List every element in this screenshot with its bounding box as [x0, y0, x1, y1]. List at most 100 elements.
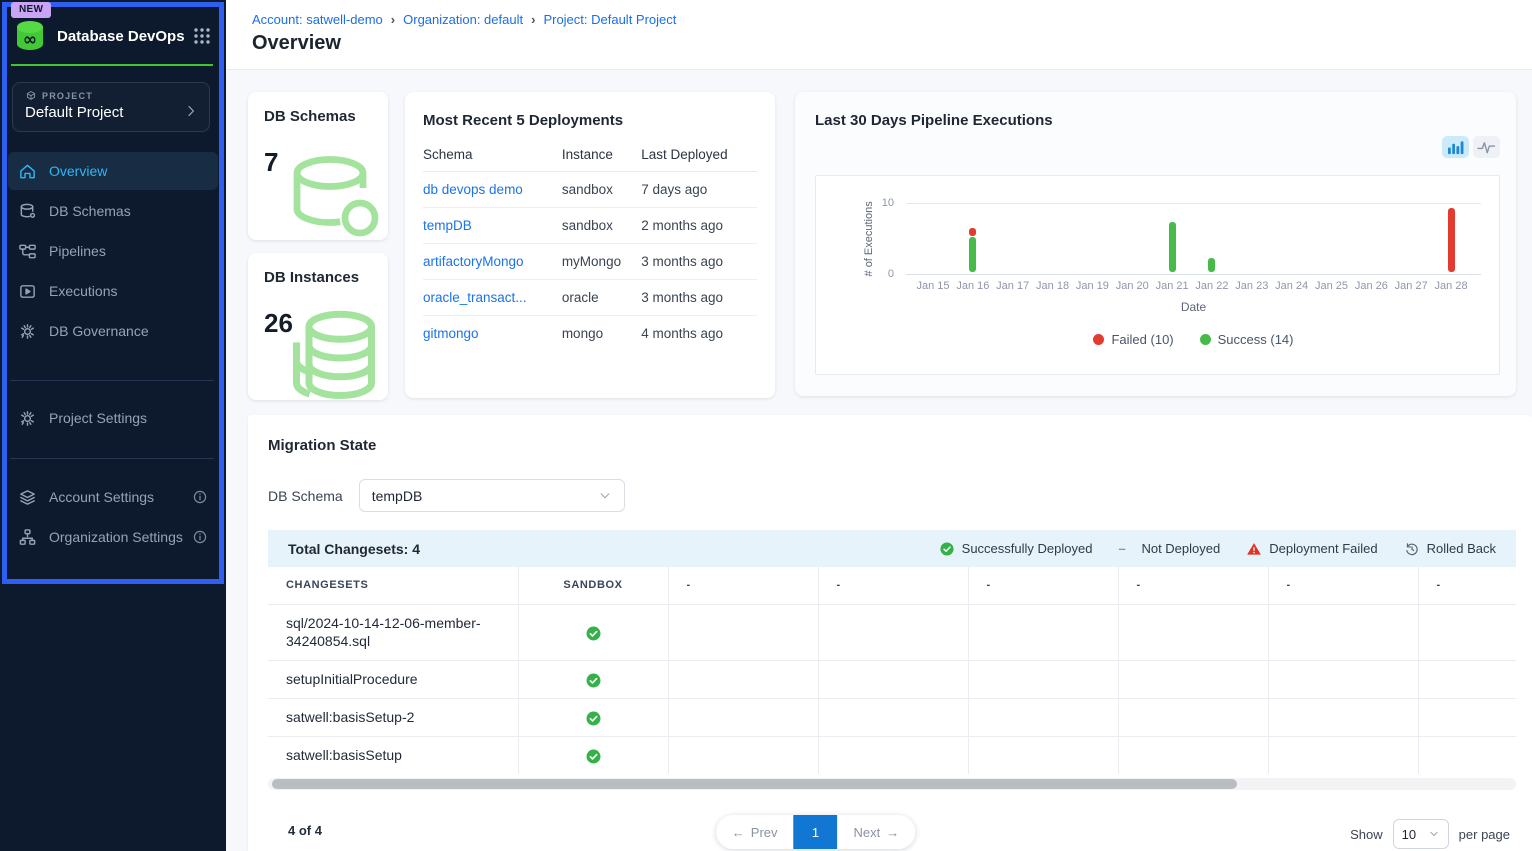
app-logo-database-icon: ∞ — [12, 18, 48, 54]
sidebar-item-organization-settings[interactable]: Organization Settings — [8, 518, 218, 556]
changeset-name-cell: sql/2024-10-14-12-06-member-34240854.sql — [268, 604, 518, 661]
schema-link[interactable]: artifactoryMongo — [423, 254, 524, 269]
last-deployed-cell: 2 months ago — [641, 208, 757, 244]
gridline — [906, 203, 1481, 204]
sidebar-menu-tertiary: Account SettingsOrganization Settings — [0, 476, 226, 558]
sidebar-menu-main: Overview DB SchemasPipelinesExecutionsDB … — [0, 150, 226, 352]
sandbox-column-header: SANDBOX — [518, 567, 668, 604]
empty-cell — [818, 699, 968, 737]
stat-title: DB Schemas — [264, 108, 372, 125]
chart-type-toggles — [1442, 136, 1500, 158]
migration-table-scroll: CHANGESETSSANDBOX------ sql/2024-10-14-1… — [268, 567, 1516, 774]
status-legend: Successfully Deployed–Not DeployedDeploy… — [939, 541, 1496, 557]
empty-cell — [818, 737, 968, 774]
success-bar-segment — [1169, 222, 1176, 272]
next-button[interactable]: Next → — [838, 815, 916, 849]
bar-chart-toggle-icon[interactable] — [1442, 136, 1469, 158]
sidebar-item-account-settings[interactable]: Account Settings — [8, 478, 218, 516]
sidebar: NEW ∞ Database DevOps PROJECT Default Pr… — [0, 0, 226, 851]
schema-label: DB Schema — [268, 488, 343, 504]
chart-legend-item: Failed (10) — [1093, 332, 1173, 347]
breadcrumb-link[interactable]: Account: satwell-demo — [252, 12, 383, 27]
empty-column-header: - — [968, 567, 1118, 604]
empty-cell — [668, 737, 818, 774]
empty-cell — [1418, 737, 1516, 774]
sandbox-status-cell — [518, 737, 668, 774]
deployments-column-header: Schema — [423, 137, 562, 172]
last-deployed-cell: 3 months ago — [641, 280, 757, 316]
last-deployed-cell: 7 days ago — [641, 172, 757, 208]
x-tick-label: Jan 23 — [1235, 280, 1268, 292]
db-stack-icon — [276, 308, 388, 400]
sidebar-divider — [10, 458, 214, 459]
last-deployed-cell: 4 months ago — [641, 316, 757, 352]
project-selector[interactable]: PROJECT Default Project — [12, 82, 210, 132]
empty-cell — [818, 661, 968, 699]
schema-link[interactable]: db devops demo — [423, 182, 523, 197]
sidebar-item-label: Overview — [49, 163, 107, 179]
main-content: DB Schemas 7 DB Instances 26 Most Recent… — [226, 70, 1532, 851]
check-circle-icon — [585, 710, 602, 727]
app-switcher-grid-icon[interactable] — [192, 26, 212, 46]
page-1-button[interactable]: 1 — [794, 815, 838, 849]
sandbox-status-cell — [518, 661, 668, 699]
page-size-value: 10 — [1402, 827, 1424, 842]
breadcrumb-link[interactable]: Organization: default — [403, 12, 523, 27]
pagination-row: 4 of 4 ← Prev 1 Next → Show 10 — [248, 813, 1532, 851]
empty-column-header: - — [668, 567, 818, 604]
breadcrumb-link[interactable]: Project: Default Project — [543, 12, 676, 27]
page-size-select[interactable]: 10 — [1393, 819, 1449, 849]
status-legend-label: Rolled Back — [1427, 541, 1496, 556]
status-legend-label: Deployment Failed — [1269, 541, 1377, 556]
instance-cell: myMongo — [562, 244, 641, 280]
empty-column-header: - — [1268, 567, 1418, 604]
deployments-column-header: Last Deployed — [641, 137, 757, 172]
schema-link[interactable]: gitmongo — [423, 326, 479, 341]
empty-cell — [1268, 737, 1418, 774]
dash-icon: – — [1118, 541, 1134, 557]
legend-label: Success (14) — [1218, 332, 1294, 347]
chart-plot-area: 10 0 # of Executions Date Jan 15Jan 16Ja… — [815, 175, 1500, 375]
schema-link[interactable]: tempDB — [423, 218, 472, 233]
sidebar-item-db-schemas[interactable]: DB Schemas — [8, 192, 218, 230]
prev-button[interactable]: ← Prev — [716, 815, 794, 849]
db-schema-select[interactable]: tempDB — [359, 479, 625, 512]
horizontal-scrollbar[interactable] — [268, 778, 1516, 790]
empty-cell — [1118, 661, 1268, 699]
sandbox-status-cell — [518, 604, 668, 661]
empty-cell — [968, 661, 1118, 699]
x-tick-label: Jan 27 — [1395, 280, 1428, 292]
project-label: PROJECT — [42, 91, 93, 101]
status-legend-item: Rolled Back — [1404, 541, 1496, 557]
check-circle-icon — [939, 541, 955, 557]
empty-cell — [668, 699, 818, 737]
sidebar-item-executions[interactable]: Executions — [8, 272, 218, 310]
x-tick-label: Jan 24 — [1275, 280, 1308, 292]
empty-cell — [668, 661, 818, 699]
legend-label: Failed (10) — [1111, 332, 1173, 347]
empty-cell — [968, 737, 1118, 774]
sidebar-item-project-settings[interactable]: Project Settings — [8, 399, 218, 437]
empty-column-header: - — [818, 567, 968, 604]
empty-column-header: - — [1418, 567, 1516, 604]
sidebar-item-overview[interactable]: Overview — [8, 152, 218, 190]
empty-cell — [1118, 737, 1268, 774]
check-circle-icon — [585, 672, 602, 689]
instance-cell: mongo — [562, 316, 641, 352]
app-window: NEW ∞ Database DevOps PROJECT Default Pr… — [0, 0, 1532, 851]
migration-title: Migration State — [268, 437, 376, 454]
deployment-row: db devops demosandbox7 days ago — [423, 172, 757, 208]
sidebar-item-db-governance[interactable]: DB Governance — [8, 312, 218, 350]
sidebar-item-pipelines[interactable]: Pipelines — [8, 232, 218, 270]
chart-legend: Failed (10) Success (14) — [906, 332, 1481, 347]
next-label: Next — [854, 825, 881, 840]
empty-cell — [1418, 699, 1516, 737]
bar-jan-22 — [1208, 258, 1215, 272]
line-chart-toggle-icon[interactable] — [1473, 136, 1500, 158]
scrollbar-thumb[interactable] — [272, 779, 1237, 789]
schema-link[interactable]: oracle_transact... — [423, 290, 527, 305]
recent-deployments-card: Most Recent 5 Deployments SchemaInstance… — [405, 92, 775, 398]
svg-text:∞: ∞ — [23, 30, 37, 50]
bar-jan-28 — [1448, 208, 1455, 272]
x-tick-label: Jan 15 — [916, 280, 949, 292]
